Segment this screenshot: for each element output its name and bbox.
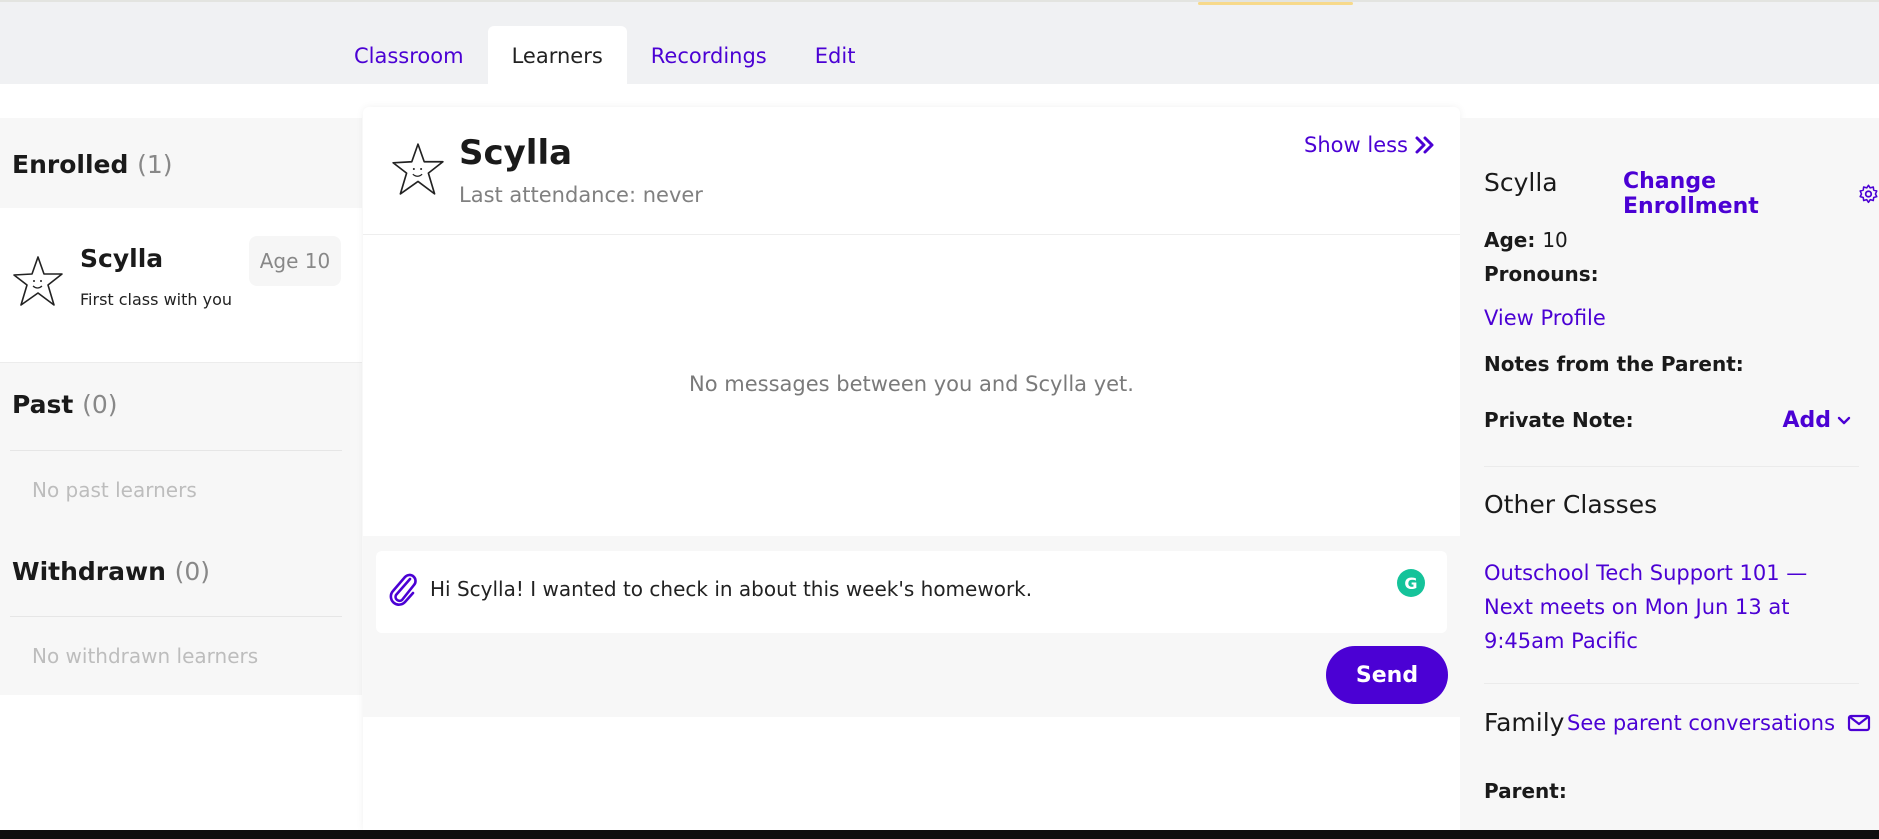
- gear-icon: [1859, 184, 1878, 204]
- paperclip-icon[interactable]: [388, 573, 418, 607]
- no-withdrawn-learners-text: No withdrawn learners: [32, 644, 259, 668]
- show-less-button[interactable]: Show less: [1304, 133, 1436, 157]
- section-tabs: Classroom Learners Recordings Edit: [330, 26, 879, 86]
- learners-sidebar: Enrolled (1) Scylla First class with you…: [0, 118, 362, 695]
- conversation-learner-name: Scylla: [459, 133, 573, 173]
- past-heading: Past (0): [12, 390, 118, 419]
- see-parent-conversations-label: See parent conversations: [1567, 711, 1836, 735]
- details-learner-name: Scylla: [1484, 168, 1558, 197]
- tab-learners[interactable]: Learners: [487, 26, 627, 86]
- parent-label: Parent:: [1484, 779, 1567, 803]
- age-value: 10: [1542, 228, 1568, 252]
- past-label: Past: [12, 390, 74, 419]
- learner-list-item[interactable]: Scylla First class with you Age 10: [0, 208, 362, 363]
- add-label: Add: [1782, 408, 1831, 433]
- tab-edit[interactable]: Edit: [791, 26, 880, 86]
- learner-subtitle: First class with you: [80, 290, 232, 309]
- withdrawn-count: (0): [174, 557, 211, 586]
- message-composer: G Send: [363, 536, 1460, 717]
- learner-details-panel: Scylla Change Enrollment Age: 10 Pronoun…: [1460, 118, 1879, 830]
- pronouns-label: Pronouns:: [1484, 262, 1599, 286]
- add-private-note-button[interactable]: Add: [1782, 408, 1851, 433]
- grammarly-icon[interactable]: G: [1397, 569, 1425, 597]
- star-face-icon: [13, 256, 63, 306]
- no-messages-text: No messages between you and Scylla yet.: [689, 372, 1134, 396]
- withdrawn-heading: Withdrawn (0): [12, 557, 210, 586]
- divider: [10, 450, 342, 451]
- family-heading: Family: [1484, 708, 1565, 737]
- divider: [1484, 683, 1859, 684]
- change-enrollment-label: Change Enrollment: [1623, 169, 1759, 219]
- other-class-link[interactable]: Outschool Tech Support 101 — Next meets …: [1484, 556, 1854, 658]
- learner-name: Scylla: [80, 244, 164, 273]
- chevrons-right-icon: [1415, 136, 1434, 154]
- enrolled-heading: Enrolled (1): [12, 150, 173, 179]
- star-face-icon: [392, 143, 444, 195]
- conversation-header: Scylla Last attendance: never Show less: [363, 107, 1460, 235]
- age-field: Age: 10: [1484, 228, 1568, 252]
- divider: [1484, 466, 1859, 467]
- withdrawn-label: Withdrawn: [12, 557, 166, 586]
- enrolled-count: (1): [137, 150, 173, 179]
- loading-indicator: [1198, 2, 1353, 5]
- tab-classroom[interactable]: Classroom: [330, 26, 488, 86]
- divider: [10, 616, 342, 617]
- page: Classroom Learners Recordings Edit Enrol…: [0, 0, 1879, 839]
- view-profile-link[interactable]: View Profile: [1484, 306, 1606, 330]
- see-parent-conversations-link[interactable]: See parent conversations: [1567, 711, 1871, 735]
- mail-icon: [1847, 714, 1871, 732]
- enrolled-label: Enrolled: [12, 150, 129, 179]
- show-less-label: Show less: [1304, 133, 1408, 157]
- other-classes-heading: Other Classes: [1484, 490, 1658, 519]
- message-input[interactable]: [430, 577, 1330, 601]
- chevron-down-icon: [1837, 416, 1851, 424]
- no-past-learners-text: No past learners: [32, 478, 197, 502]
- age-label: Age:: [1484, 228, 1536, 252]
- tab-recordings[interactable]: Recordings: [627, 26, 791, 86]
- parent-notes-label: Notes from the Parent:: [1484, 352, 1744, 376]
- bottom-bar: [0, 830, 1879, 839]
- past-count: (0): [82, 390, 118, 419]
- section-nav-bar: Classroom Learners Recordings Edit: [0, 0, 1879, 86]
- age-badge: Age 10: [249, 236, 341, 286]
- change-enrollment-button[interactable]: Change Enrollment: [1623, 169, 1879, 219]
- message-box: G: [376, 551, 1447, 633]
- send-button[interactable]: Send: [1326, 646, 1448, 704]
- last-attendance: Last attendance: never: [459, 183, 703, 207]
- conversation-panel: Scylla Last attendance: never Show less …: [363, 107, 1460, 830]
- private-note-label: Private Note:: [1484, 408, 1634, 432]
